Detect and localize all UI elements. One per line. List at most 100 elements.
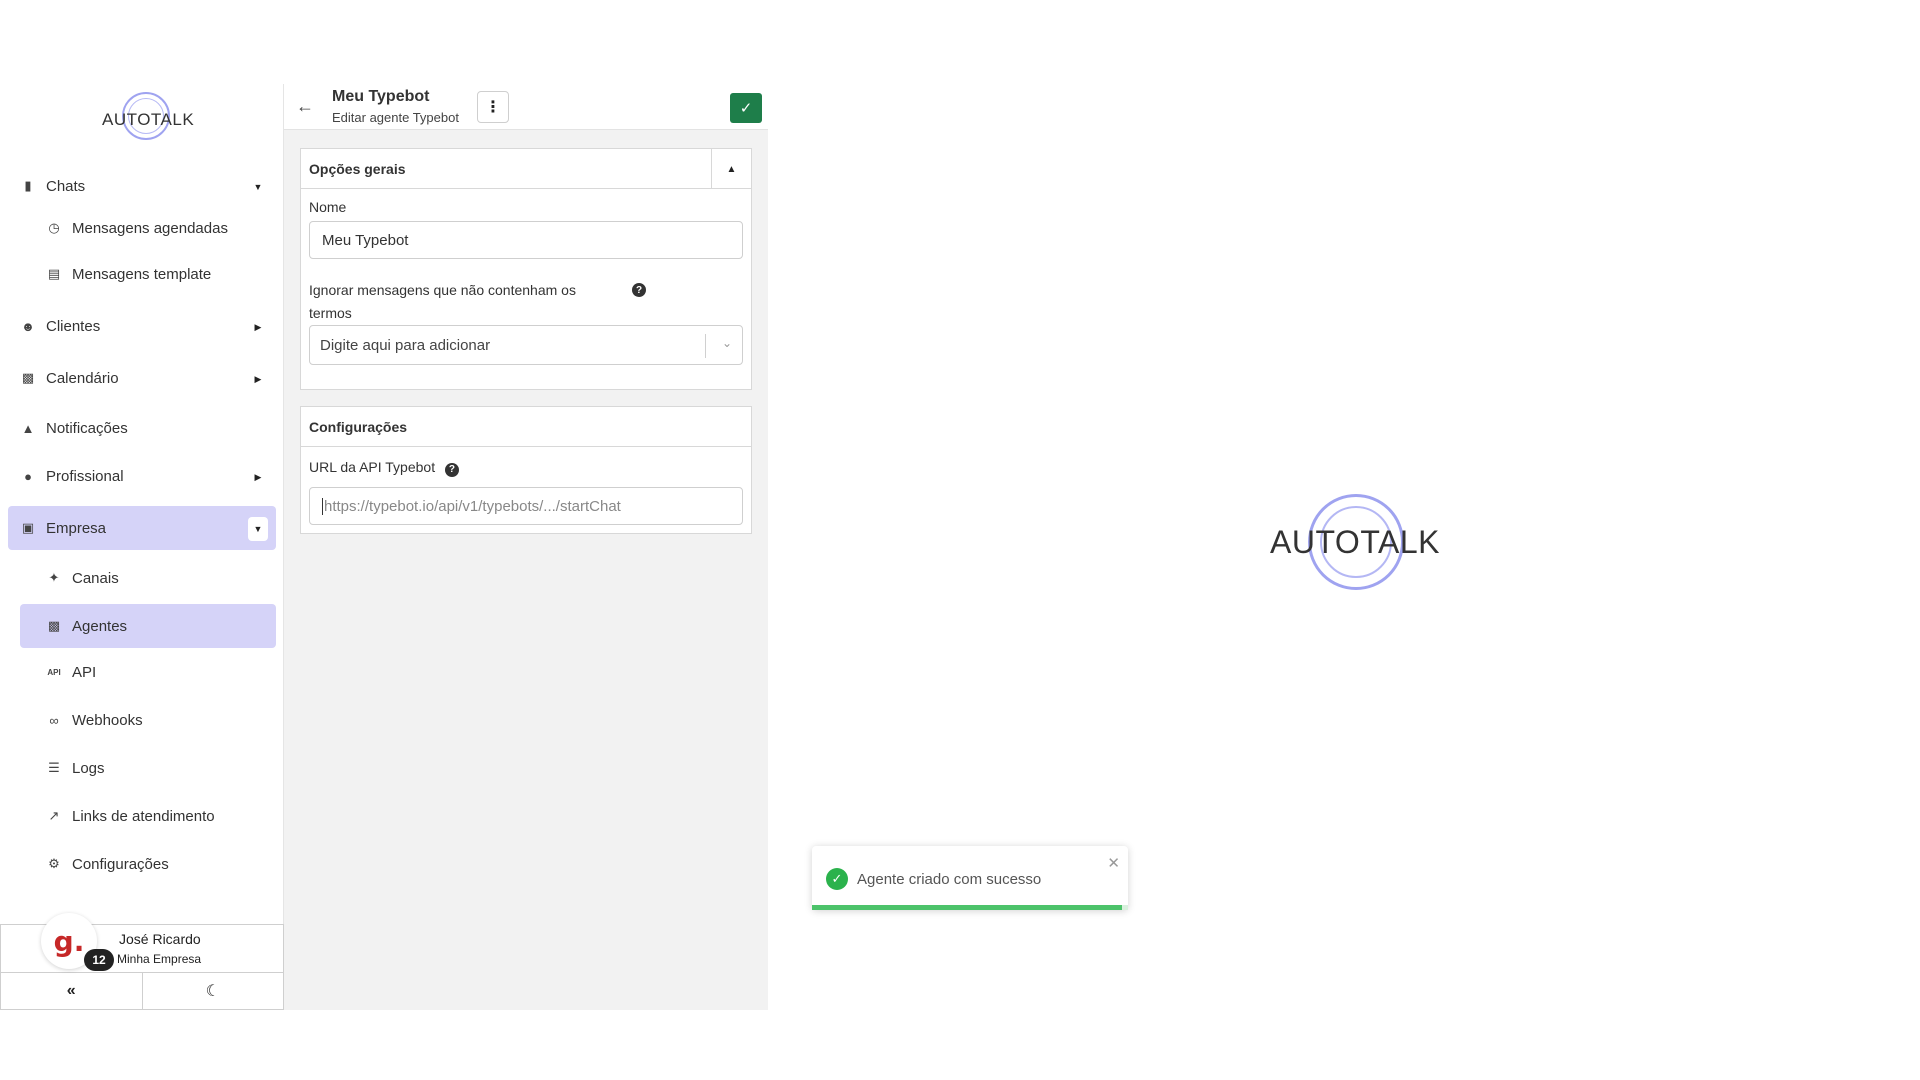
user-company: Minha Empresa	[117, 952, 202, 966]
sidebar-item-notificacoes[interactable]: ▲ Notificações	[8, 406, 276, 450]
sidebar-item-mensagens-template[interactable]: ▤ Mensagens template	[20, 252, 276, 296]
robot-icon: ▩	[47, 618, 61, 633]
sidebar-item-label: Links de atendimento	[72, 807, 215, 825]
chat-icon: ▮	[24, 178, 32, 193]
sidebar-item-clientes[interactable]: ☻ Clientes ▶	[8, 304, 276, 348]
card-header: Configurações	[301, 407, 751, 447]
user-gear-icon: ●	[24, 468, 32, 484]
user-info[interactable]: g. 12 José Ricardo Minha Empresa	[1, 913, 283, 973]
sidebar-item-label: Calendário	[46, 369, 119, 387]
sidebar-item-label: Empresa	[46, 519, 107, 537]
dark-mode-toggle[interactable]: ☾	[143, 973, 284, 1009]
collapse-sidebar-button[interactable]: «	[1, 973, 143, 1009]
close-icon[interactable]: ✕	[1107, 854, 1120, 872]
notification-count-badge: 12	[84, 949, 114, 971]
sidebar-item-canais[interactable]: ✦ Canais	[20, 556, 276, 600]
sidebar-item-profissional[interactable]: ● Profissional ▶	[8, 454, 276, 498]
sidebar-item-label: Agentes	[72, 617, 128, 635]
sidebar-item-calendario[interactable]: ▩ Calendário ▶	[8, 356, 276, 400]
sidebar-item-configuracoes[interactable]: ⚙ Configurações	[20, 842, 276, 886]
external-link-icon: ↗	[48, 808, 60, 823]
kebab-icon: ⋮	[485, 99, 501, 116]
sidebar: AUTOTALK ▮ Chats ▼ ◷ Mensagens agendadas…	[0, 84, 284, 1010]
template-icon: ▤	[47, 266, 61, 281]
card-header: Opções gerais ▲	[301, 149, 751, 189]
api-url-input[interactable]: https://typebot.io/api/v1/typebots/.../s…	[309, 487, 743, 525]
webhook-icon: ∞	[49, 712, 59, 728]
sidebar-item-chats[interactable]: ▮ Chats ▼	[8, 164, 276, 208]
api-url-label-text: URL da API Typebot	[309, 459, 436, 475]
app: AUTOTALK ▮ Chats ▼ ◷ Mensagens agendadas…	[0, 84, 768, 1010]
card-title: Opções gerais	[309, 160, 406, 177]
api-icon: API	[47, 667, 61, 677]
check-icon: ✓	[739, 100, 753, 117]
toast-progress-bar	[812, 905, 1128, 910]
sidebar-item-label: Profissional	[46, 467, 124, 485]
ignore-terms-label-line1: Ignorar mensagens que não contenham os	[309, 282, 576, 298]
toast-message: Agente criado com sucesso	[857, 871, 1042, 888]
select-placeholder: Digite aqui para adicionar	[320, 336, 491, 354]
sidebar-item-label: Mensagens template	[72, 265, 212, 283]
ignore-terms-label-line2: termos	[309, 305, 352, 321]
chevron-right-icon[interactable]: ▶	[248, 465, 268, 489]
sidebar-item-logs[interactable]: ☰ Logs	[20, 746, 276, 790]
general-options-card: Opções gerais ▲ Nome Meu Typebot Ignorar…	[300, 148, 752, 390]
sidebar-item-label: Clientes	[46, 317, 101, 335]
name-field[interactable]: Meu Typebot	[309, 221, 743, 259]
sidebar-item-empresa[interactable]: ▣ Empresa ▼	[8, 506, 276, 550]
user-name: José Ricardo	[119, 931, 201, 947]
sidebar-item-label: Logs	[72, 759, 105, 777]
clock-icon: ◷	[48, 220, 60, 235]
gear-icon: ⚙	[48, 856, 60, 871]
ignore-terms-select[interactable]: Digite aqui para adicionar ⌄	[309, 325, 743, 365]
sidebar-item-label: Canais	[72, 569, 119, 587]
sidebar-item-api[interactable]: API API	[20, 650, 276, 694]
ignore-terms-label: Ignorar mensagens que não contenham os t…	[309, 279, 649, 325]
moon-icon: ☾	[205, 983, 220, 1000]
question-circle-icon[interactable]: ?	[444, 462, 459, 477]
users-icon: ☻	[21, 318, 35, 334]
api-url-placeholder: https://typebot.io/api/v1/typebots/.../s…	[322, 497, 621, 515]
logo-text: AUTOTALK	[102, 110, 195, 129]
main-content: ← Meu Typebot Editar agente Typebot ⋮ ✓ …	[284, 84, 768, 1010]
autotalk-logo: AUTOTALK	[1270, 494, 1440, 594]
sidebar-item-label: Chats	[46, 177, 86, 195]
name-label: Nome	[309, 199, 347, 215]
page-subtitle: Editar agente Typebot	[332, 110, 459, 125]
sidebar-item-label: API	[72, 663, 97, 681]
bell-icon: ▲	[21, 420, 35, 436]
select-separator	[705, 334, 706, 358]
user-actions: « ☾	[1, 973, 283, 1009]
card-title: Configurações	[309, 418, 408, 435]
collapse-button[interactable]: ▲	[711, 149, 751, 189]
sidebar-item-label: Mensagens agendadas	[72, 219, 228, 237]
logo-text: AUTOTALK	[1270, 524, 1440, 560]
save-button[interactable]: ✓	[730, 93, 762, 123]
sidebar-logo[interactable]: AUTOTALK	[90, 90, 194, 142]
chevron-right-icon[interactable]: ▶	[248, 367, 268, 391]
sidebar-item-label: Webhooks	[72, 711, 143, 729]
chevron-up-icon: ▲	[726, 163, 737, 175]
success-toast: ✓ Agente criado com sucesso ✕	[812, 846, 1128, 910]
chevron-right-icon[interactable]: ▶	[248, 315, 268, 339]
settings-card: Configurações URL da API Typebot ? https…	[300, 406, 752, 534]
double-chevron-left-icon: «	[66, 982, 76, 999]
sidebar-item-label: Notificações	[46, 419, 128, 437]
sidebar-item-mensagens-agendadas[interactable]: ◷ Mensagens agendadas	[20, 206, 276, 250]
building-icon: ▣	[21, 520, 35, 535]
chevron-down-icon[interactable]: ▼	[248, 517, 268, 541]
chevron-down-icon[interactable]: ⌄	[722, 336, 732, 350]
chevron-down-icon[interactable]: ▼	[248, 175, 268, 199]
plug-icon: ✦	[48, 570, 60, 585]
page-header: ← Meu Typebot Editar agente Typebot ⋮ ✓	[284, 84, 768, 130]
sidebar-item-label: Configurações	[72, 855, 169, 873]
sidebar-item-links-de-atendimento[interactable]: ↗ Links de atendimento	[20, 794, 276, 838]
more-options-button[interactable]: ⋮	[477, 91, 509, 123]
sidebar-item-webhooks[interactable]: ∞ Webhooks	[20, 698, 276, 742]
question-circle-icon[interactable]: ?	[632, 283, 646, 297]
check-circle-icon: ✓	[826, 868, 848, 890]
back-arrow-icon[interactable]: ←	[296, 96, 314, 117]
toast-progress-fill	[812, 905, 1122, 910]
sidebar-item-agentes[interactable]: ▩ Agentes	[20, 604, 276, 648]
user-panel: g. 12 José Ricardo Minha Empresa « ☾	[0, 913, 284, 1010]
